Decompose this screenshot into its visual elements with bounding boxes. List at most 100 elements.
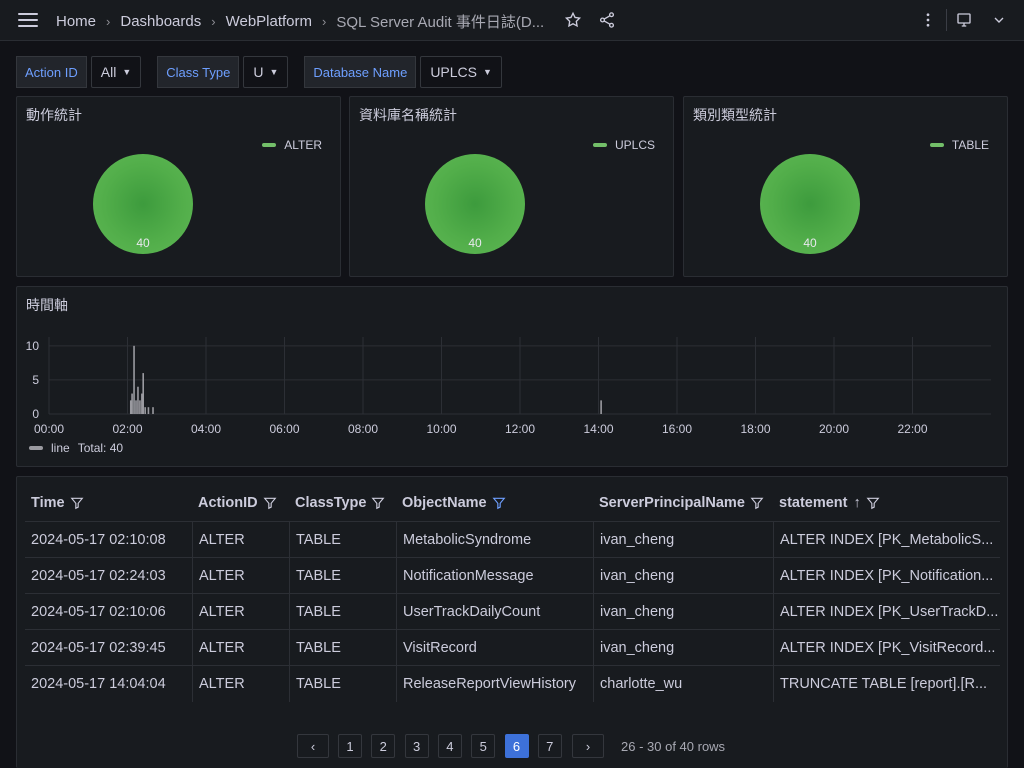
- column-header-objectname[interactable]: ObjectName: [396, 485, 593, 521]
- table-cell-statement: ALTER INDEX [PK_VisitRecord...: [773, 630, 1000, 666]
- column-header-statement[interactable]: statement ↑: [773, 485, 1000, 521]
- timeline-bar: [131, 393, 133, 414]
- top-navbar: Home › Dashboards › WebPlatform › SQL Se…: [0, 0, 1024, 41]
- y-tick-label: 5: [32, 373, 39, 387]
- more-vertical-icon[interactable]: [918, 10, 938, 30]
- table-row[interactable]: 2024-05-17 02:24:03 ALTER TABLE Notificatio…: [25, 557, 1000, 594]
- column-header-time[interactable]: Time: [25, 485, 192, 521]
- breadcrumb-dashboards[interactable]: Dashboards: [120, 13, 201, 30]
- legend-label: ALTER: [284, 138, 322, 152]
- breadcrumb-current-dashboard: SQL Server Audit 事件日誌(D...: [336, 14, 545, 31]
- column-header-label: statement: [779, 495, 848, 511]
- column-header-label: ClassType: [295, 495, 367, 511]
- hamburger-menu-icon[interactable]: [18, 13, 38, 27]
- table-row[interactable]: 2024-05-17 02:10:08 ALTER TABLE MetabolicSy…: [25, 521, 1000, 558]
- table-row[interactable]: 2024-05-17 14:04:04 ALTER TABLE ReleaseRepo…: [25, 665, 1000, 702]
- chevron-down-icon: ▼: [122, 67, 132, 77]
- x-tick-label: 00:00: [34, 422, 64, 436]
- table-row[interactable]: 2024-05-17 02:39:45 ALTER TABLE VisitRecord…: [25, 629, 1000, 666]
- table-cell-time: 2024-05-17 02:39:45: [31, 640, 166, 656]
- filter-icon[interactable]: [371, 496, 385, 510]
- table-cell-actionid: ALTER: [192, 594, 289, 630]
- page-button-7[interactable]: 7: [537, 734, 562, 758]
- table-cell-actionid: ALTER: [192, 666, 289, 702]
- page-button-2[interactable]: 2: [371, 734, 396, 758]
- x-tick-label: 22:00: [897, 422, 927, 436]
- legend-swatch: [592, 143, 607, 147]
- variable-select-database-name[interactable]: UPLCS ▼: [420, 56, 502, 88]
- legend-label: UPLCS: [614, 138, 655, 152]
- pie-panel-database: 資料庫名稱統計 UPLCS 40: [349, 96, 674, 277]
- table-cell-serverprincipalname: ivan_cheng: [593, 522, 773, 558]
- table-header-row: Time ActionID ClassType ObjectName ServerPri…: [25, 485, 1000, 521]
- page-button-4[interactable]: 4: [437, 734, 462, 758]
- timeline-chart[interactable]: 10 5 000:00 02:00 04:00 06:00 08:00 10:00 12:00 1…: [17, 287, 1007, 466]
- pie-value-label: 40: [136, 236, 150, 250]
- x-tick-label: 20:00: [819, 422, 849, 436]
- page-button-5[interactable]: 5: [471, 734, 496, 758]
- column-header-serverprincipalname[interactable]: ServerPrincipalName: [593, 485, 773, 521]
- legend-total: Total: 40: [77, 441, 124, 455]
- legend-label: TABLE: [951, 138, 989, 152]
- panel-title: 類別類型統計: [693, 107, 777, 123]
- x-tick-label: 02:00: [112, 422, 142, 436]
- chevron-down-icon[interactable]: [989, 10, 1009, 30]
- page-button-6[interactable]: 6: [504, 734, 529, 758]
- table-cell-classtype: TABLE: [289, 666, 396, 702]
- breadcrumb: Home › Dashboards › WebPlatform › SQL Se…: [56, 11, 544, 32]
- table-cell-objectname: NotificationMessage: [396, 558, 593, 594]
- variable-label-database-name: Database Name: [304, 56, 417, 88]
- table-cell-classtype: TABLE: [289, 594, 396, 630]
- template-variables: Action ID All ▼ Class Type U ▼ Database Na…: [16, 56, 518, 88]
- table-cell-time: 2024-05-17 02:24:03: [31, 568, 166, 584]
- column-header-classtype[interactable]: ClassType: [289, 485, 396, 521]
- x-tick-label: 08:00: [348, 422, 378, 436]
- variable-value: UPLCS: [430, 64, 477, 80]
- panel-title: 動作統計: [26, 107, 82, 123]
- filter-icon[interactable]: [263, 496, 277, 510]
- toolbar-divider: [946, 9, 947, 31]
- variable-select-class-type[interactable]: U ▼: [243, 56, 289, 88]
- variable-value: All: [100, 64, 117, 80]
- filter-icon[interactable]: [866, 496, 880, 510]
- star-icon[interactable]: [563, 10, 583, 30]
- x-tick-label: 10:00: [426, 422, 456, 436]
- timeline-bar: [135, 400, 137, 414]
- table-cell-serverprincipalname: ivan_cheng: [593, 630, 773, 666]
- variable-select-action-id[interactable]: All ▼: [90, 56, 142, 88]
- timeline-bar: [142, 373, 144, 414]
- chevron-down-icon: ▼: [269, 67, 279, 77]
- page-button-3[interactable]: 3: [404, 734, 429, 758]
- share-icon[interactable]: [597, 10, 617, 30]
- breadcrumb-folder[interactable]: WebPlatform: [226, 13, 312, 30]
- pie-legend[interactable]: UPLCS: [592, 138, 655, 152]
- table-cell-objectname: MetabolicSyndrome: [396, 522, 593, 558]
- pie-legend[interactable]: TABLE: [929, 138, 989, 152]
- pie-value-label: 40: [803, 236, 817, 250]
- pie-panel-action: 動作統計 ALTER 40: [16, 96, 341, 277]
- page-button-1[interactable]: 1: [338, 734, 362, 758]
- pie-legend[interactable]: ALTER: [262, 138, 322, 152]
- column-header-actionid[interactable]: ActionID: [192, 485, 289, 521]
- filter-icon[interactable]: [70, 496, 84, 510]
- breadcrumb-separator-icon: ›: [322, 14, 327, 29]
- next-page-icon[interactable]: ›: [572, 734, 604, 758]
- table-cell-statement: ALTER INDEX [PK_MetabolicS...: [773, 522, 1000, 558]
- timeline-bar: [144, 407, 146, 414]
- x-tick-label: 14:00: [583, 422, 613, 436]
- table-cell-classtype: TABLE: [289, 630, 396, 666]
- table-cell-time: 2024-05-17 02:10:06: [31, 604, 166, 620]
- table-cell-statement: ALTER INDEX [PK_Notification...: [773, 558, 1000, 594]
- pagination-info: 26 - 30 of 40 rows: [621, 739, 726, 754]
- prev-page-icon[interactable]: ‹: [297, 734, 329, 758]
- table-cell-time: 2024-05-17 14:04:04: [31, 676, 166, 692]
- column-header-label: ObjectName: [402, 495, 487, 511]
- monitor-icon[interactable]: [954, 10, 974, 30]
- filter-icon[interactable]: [492, 496, 506, 510]
- sort-ascending-icon[interactable]: ↑: [854, 495, 861, 511]
- breadcrumb-home[interactable]: Home: [56, 13, 96, 30]
- filter-icon[interactable]: [750, 496, 764, 510]
- x-tick-label: 16:00: [662, 422, 692, 436]
- table-row[interactable]: 2024-05-17 02:10:06 ALTER TABLE UserTrackDa…: [25, 593, 1000, 630]
- timeline-legend[interactable]: line Total: 40: [29, 441, 123, 455]
